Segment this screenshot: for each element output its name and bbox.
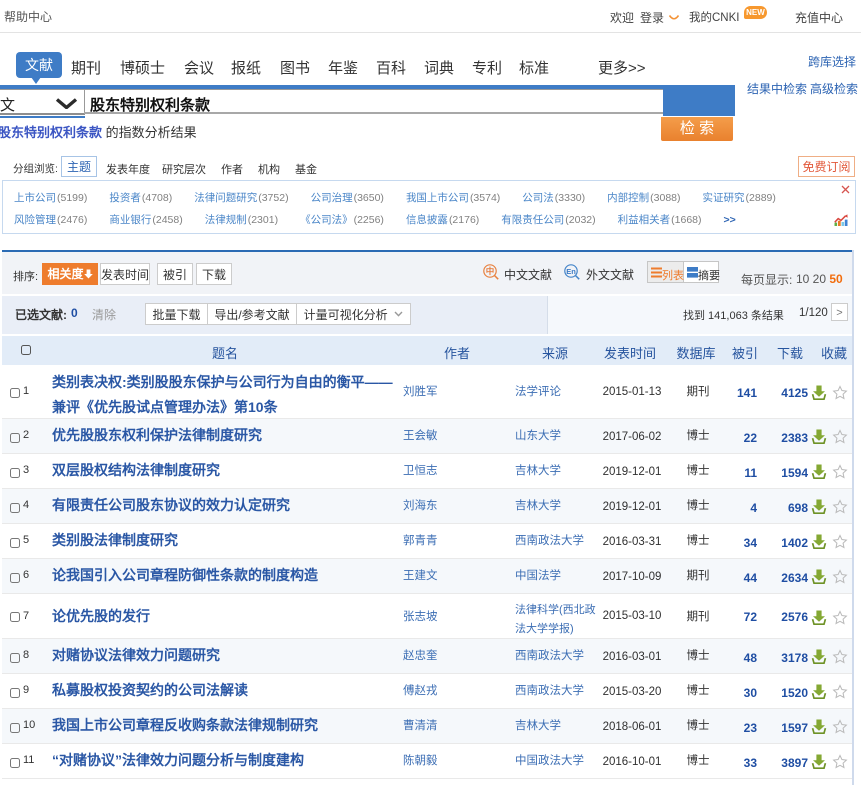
svg-text:En: En <box>566 267 576 276</box>
svg-text:中: 中 <box>486 266 495 276</box>
